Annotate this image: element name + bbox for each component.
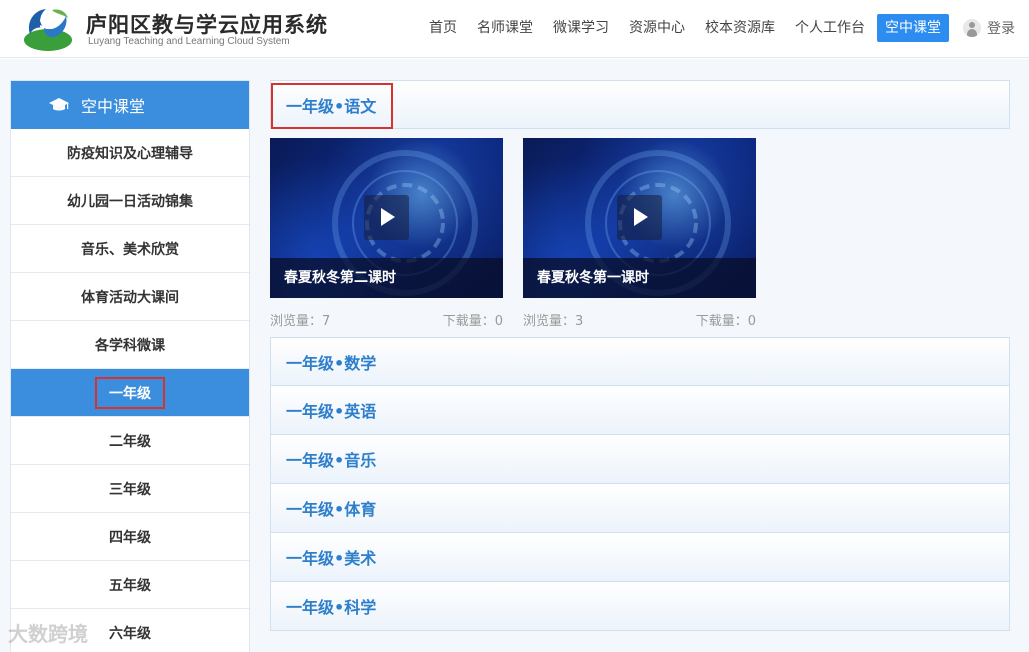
sidebar-item-label: 四年级: [109, 529, 151, 546]
sidebar-header: 空中课堂: [11, 81, 249, 129]
sidebar-item-label: 一年级: [95, 376, 165, 409]
section-grade1-science[interactable]: 一年级•科学: [270, 582, 1010, 631]
section-title: 一年级•体育: [286, 500, 377, 519]
views-count: 3: [575, 314, 584, 329]
downloads-label: 下载量：: [442, 314, 495, 329]
sidebar-item-label: 各学科微课: [95, 337, 165, 354]
site-title: 庐阳区教与学云应用系统: [86, 13, 328, 37]
svg-text:S: S: [39, 16, 49, 32]
section-grade1-pe[interactable]: 一年级•体育: [270, 484, 1010, 533]
video-stats: 浏览量：7 下载量：0: [270, 310, 503, 329]
sidebar-item-micro-lessons[interactable]: 各学科微课: [11, 321, 249, 369]
sidebar-item-sports[interactable]: 体育活动大课间: [11, 273, 249, 321]
sidebar-item-grade-3[interactable]: 三年级: [11, 465, 249, 513]
views-label: 浏览量：: [270, 314, 323, 329]
nav-school-library[interactable]: 校本资源库: [705, 14, 775, 42]
play-icon[interactable]: [364, 195, 409, 240]
nav-home[interactable]: 首页: [429, 14, 457, 42]
nav-workspace[interactable]: 个人工作台: [795, 14, 865, 42]
nav-air-classroom[interactable]: 空中课堂: [877, 14, 949, 42]
section-grade1-math[interactable]: 一年级•数学: [270, 337, 1010, 386]
sidebar-item-label: 体育活动大课间: [81, 289, 179, 306]
downloads-stat: 下载量：0: [443, 310, 503, 329]
section-title: 一年级•英语: [286, 402, 377, 421]
sidebar: 空中课堂 防疫知识及心理辅导 幼儿园一日活动锦集 音乐、美术欣赏 体育活动大课间…: [10, 80, 250, 652]
video-card: 春夏秋冬第一课时 浏览量：3 下载量：0: [523, 138, 756, 337]
section-title: 一年级•数学: [286, 353, 377, 373]
views-stat: 浏览量：7: [270, 310, 330, 329]
sidebar-item-label: 五年级: [109, 577, 151, 594]
nav-resource-center[interactable]: 资源中心: [629, 14, 685, 42]
play-icon[interactable]: [617, 195, 662, 240]
watermark: 大数跨境: [8, 622, 88, 646]
site-subtitle: Luyang Teaching and Learning Cloud Syste…: [88, 36, 290, 47]
login-link[interactable]: 登录: [963, 18, 1015, 38]
video-list: 春夏秋冬第二课时 浏览量：7 下载量：0 春夏秋冬第一课时 浏览量：3 下载量：…: [270, 138, 1010, 337]
section-title: 一年级•音乐: [286, 451, 377, 470]
sidebar-item-grade-4[interactable]: 四年级: [11, 513, 249, 561]
video-stats: 浏览量：3 下载量：0: [523, 310, 756, 329]
video-thumbnail[interactable]: 春夏秋冬第二课时: [270, 138, 503, 298]
graduation-cap-icon: [49, 98, 69, 111]
downloads-count: 0: [494, 314, 503, 329]
video-title[interactable]: 春夏秋冬第二课时: [270, 258, 503, 298]
sidebar-item-epidemic[interactable]: 防疫知识及心理辅导: [11, 129, 249, 177]
views-stat: 浏览量：3: [523, 310, 583, 329]
video-title[interactable]: 春夏秋冬第一课时: [523, 258, 756, 298]
header: S 庐阳区教与学云应用系统 Luyang Teaching and Learni…: [0, 0, 1029, 58]
downloads-stat: 下载量：0: [696, 310, 756, 329]
section-grade1-english[interactable]: 一年级•英语: [270, 386, 1010, 435]
sidebar-item-grade-2[interactable]: 二年级: [11, 417, 249, 465]
logo-icon: S: [24, 9, 72, 51]
nav-famous-teacher[interactable]: 名师课堂: [477, 14, 533, 42]
video-thumbnail[interactable]: 春夏秋冬第一课时: [523, 138, 756, 298]
sidebar-item-label: 三年级: [109, 481, 151, 498]
sidebar-title: 空中课堂: [81, 97, 146, 116]
section-title: 一年级•科学: [286, 598, 377, 617]
downloads-label: 下载量：: [695, 314, 748, 329]
sidebar-item-kindergarten[interactable]: 幼儿园一日活动锦集: [11, 177, 249, 225]
sidebar-item-label: 防疫知识及心理辅导: [67, 145, 193, 162]
highlight-box: [271, 83, 393, 129]
sidebar-item-grade-1[interactable]: 一年级: [11, 369, 249, 417]
sidebar-item-music-art[interactable]: 音乐、美术欣赏: [11, 225, 249, 273]
video-card: 春夏秋冬第二课时 浏览量：7 下载量：0: [270, 138, 503, 337]
login-label: 登录: [987, 21, 1015, 37]
views-label: 浏览量：: [523, 314, 576, 329]
section-list: 一年级•数学 一年级•英语 一年级•音乐 一年级•体育 一年级•美术 一年级•科…: [270, 337, 1010, 631]
user-icon: [963, 19, 981, 37]
sidebar-item-label: 音乐、美术欣赏: [81, 241, 179, 258]
top-nav: 首页 名师课堂 微课学习 资源中心 校本资源库 个人工作台 空中课堂 登录: [409, 14, 1015, 42]
downloads-count: 0: [747, 314, 756, 329]
sidebar-item-label: 二年级: [109, 433, 151, 450]
sidebar-item-label: 六年级: [109, 625, 151, 642]
sidebar-item-label: 幼儿园一日活动锦集: [67, 193, 193, 210]
section-grade1-music[interactable]: 一年级•音乐: [270, 435, 1010, 484]
views-count: 7: [322, 314, 331, 329]
section-title: 一年级•美术: [286, 549, 377, 568]
section-grade1-art[interactable]: 一年级•美术: [270, 533, 1010, 582]
sidebar-item-grade-5[interactable]: 五年级: [11, 561, 249, 609]
nav-micro-course[interactable]: 微课学习: [553, 14, 609, 42]
section-grade1-chinese[interactable]: 一年级•语文: [270, 80, 1010, 129]
main-content: 一年级•语文 春夏秋冬第二课时 浏览量：7 下载量：0 春夏秋冬第一课时 浏览量…: [270, 80, 1010, 631]
